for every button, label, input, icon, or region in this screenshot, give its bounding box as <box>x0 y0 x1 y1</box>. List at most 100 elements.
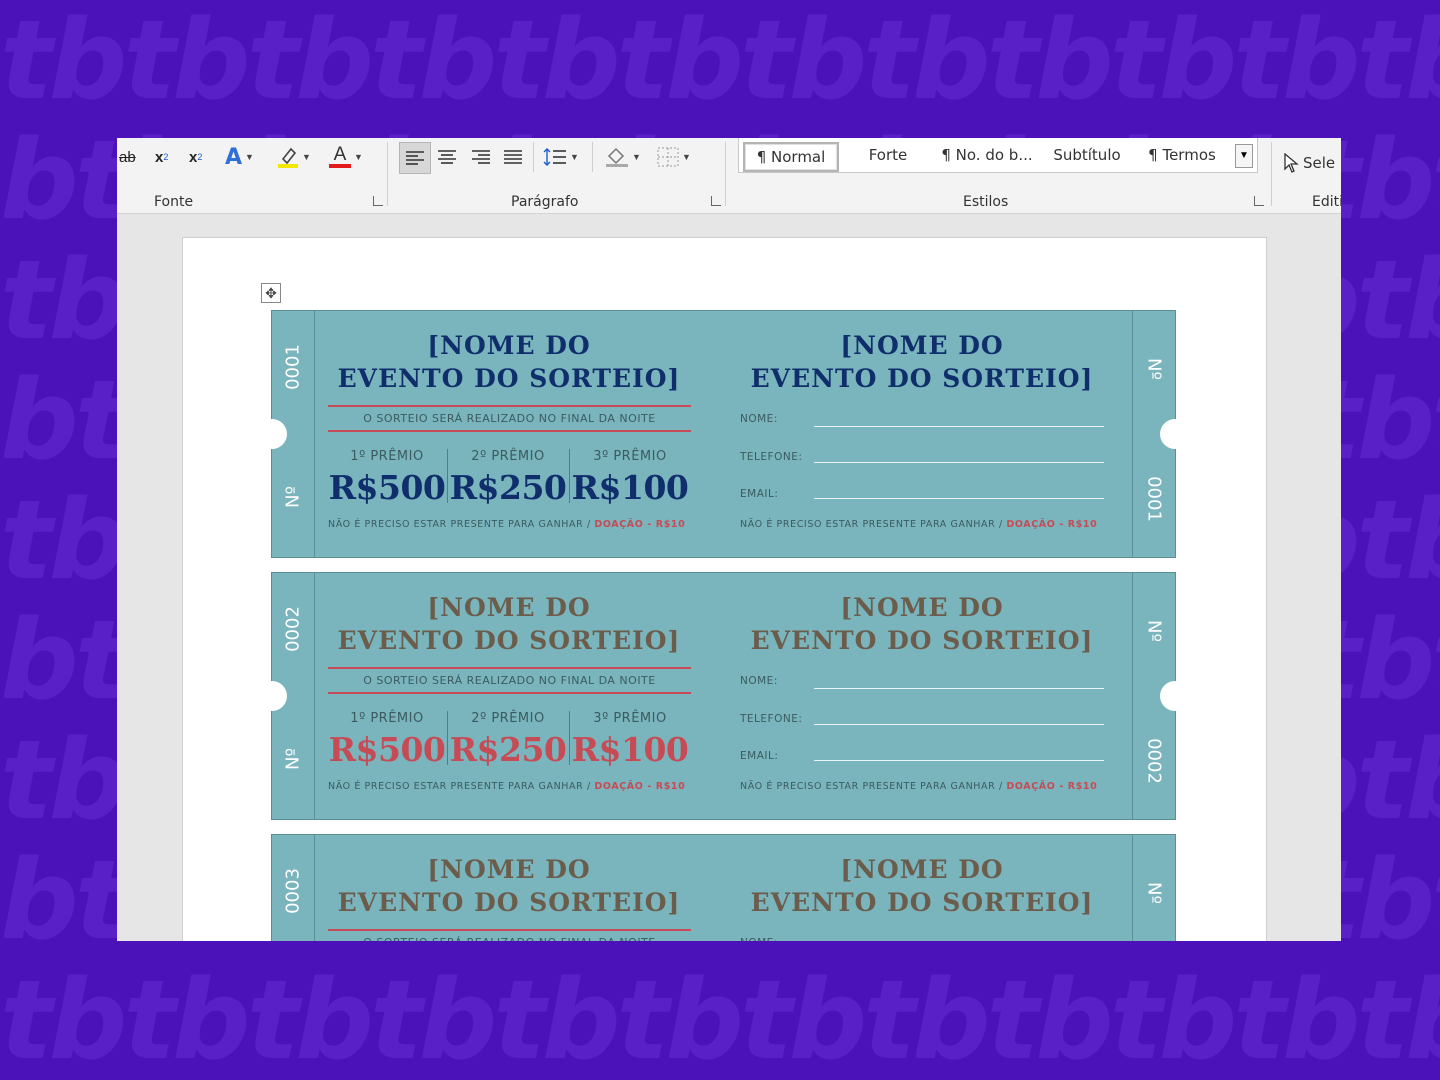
styles-more-button[interactable]: ▼ <box>1235 144 1253 168</box>
align-left-icon <box>406 151 424 165</box>
ticket-no-label: Nº <box>1143 882 1165 904</box>
ticket-number: 0002 <box>1143 738 1165 784</box>
ticket-notch <box>257 419 287 449</box>
subscript-button[interactable]: x2 <box>155 144 168 170</box>
text-effects-button[interactable]: A ▼ <box>225 144 254 170</box>
styles-group-label: Estilos <box>963 194 1009 210</box>
borders-button[interactable]: ▼ <box>657 144 691 170</box>
event-title: [NOME DO EVENTO DO SORTEIO] <box>337 331 681 393</box>
first-prize: 1º PRÊMIO R$500 <box>328 449 446 507</box>
align-left-button[interactable] <box>399 142 431 174</box>
styles-gallery: ¶ Normal Forte ¶ No. do b... Subtítulo ¶… <box>738 138 1258 173</box>
first-prize-value: R$500 <box>328 730 446 769</box>
third-prize-value: R$100 <box>571 468 689 507</box>
align-right-icon <box>472 150 490 164</box>
ticket-left-stub: 0002 Nº <box>257 573 315 819</box>
word-window: ab x2 x2 A ▼ ▼ A ▼ Fonte ▼ ▼ ▼ Parágrafo… <box>117 138 1341 941</box>
name-line[interactable] <box>814 426 1104 427</box>
chevron-down-icon: ▼ <box>245 152 254 162</box>
email-line[interactable] <box>814 760 1104 761</box>
draw-info-text: O SORTEIO SERÁ REALIZADO NO FINAL DA NOI… <box>363 674 656 687</box>
style-forte[interactable]: Forte <box>843 142 933 168</box>
second-prize: 2º PRÊMIO R$250 <box>449 449 567 507</box>
chevron-down-icon: ▼ <box>570 152 579 162</box>
name-label: NOME: <box>740 413 778 425</box>
ticket-no-label: Nº <box>282 486 304 508</box>
ticket-footnote: NÃO É PRECISO ESTAR PRESENTE PARA GANHAR… <box>328 781 686 792</box>
ticket-no-label: Nº <box>282 748 304 770</box>
line-spacing-icon <box>543 148 566 166</box>
styles-dialog-launcher-icon[interactable] <box>1254 196 1264 206</box>
superscript-button[interactable]: x2 <box>189 144 202 170</box>
phone-line[interactable] <box>814 724 1104 725</box>
font-group-label: Fonte <box>154 194 194 210</box>
style-termos[interactable]: ¶ Termos <box>1137 142 1227 168</box>
draw-info-text: O SORTEIO SERÁ REALIZADO NO FINAL DA NOI… <box>328 936 691 941</box>
shading-button[interactable]: ▼ <box>605 144 641 170</box>
draw-info-text: O SORTEIO SERÁ REALIZADO NO FINAL DA NOI… <box>363 412 656 425</box>
first-prize: 1º PRÊMIO R$500 <box>328 711 446 769</box>
select-button[interactable]: Sele <box>1283 150 1335 176</box>
name-label: NOME: <box>740 675 778 687</box>
phone-line[interactable] <box>814 462 1104 463</box>
ticket-right-stub: Nº 0003 <box>1132 835 1175 941</box>
style-normal[interactable]: ¶ Normal <box>743 142 839 172</box>
name-label: NOME: <box>740 937 778 941</box>
third-prize-value: R$100 <box>571 730 689 769</box>
ticket-no-label: Nº <box>1143 358 1165 380</box>
chevron-down-icon: ▼ <box>1239 150 1249 161</box>
ticket-number: 0003 <box>282 868 304 914</box>
ticket-right-stub: Nº 0001 <box>1132 311 1190 557</box>
font-color-button[interactable]: A ▼ <box>329 144 363 170</box>
ticket-notch <box>1160 419 1190 449</box>
email-label: EMAIL: <box>740 750 779 762</box>
event-title: [NOME DO EVENTO DO SORTEIO] <box>750 331 1094 393</box>
ticket-no-label: Nº <box>1143 620 1165 642</box>
paragraph-group-label: Parágrafo <box>511 194 579 210</box>
chevron-down-icon: ▼ <box>682 152 691 162</box>
ticket-left-stub: 0001 Nº <box>257 311 315 557</box>
ticket-number: 0002 <box>282 606 304 652</box>
event-title: [NOME DO EVENTO DO SORTEIO] <box>750 855 1094 917</box>
name-line[interactable] <box>814 688 1104 689</box>
align-center-button[interactable] <box>437 144 457 170</box>
chevron-down-icon: ▼ <box>302 152 311 162</box>
line-spacing-button[interactable]: ▼ <box>543 144 579 170</box>
justify-button[interactable] <box>503 144 523 170</box>
highlight-color-button[interactable]: ▼ <box>277 144 311 170</box>
style-no-do-b[interactable]: ¶ No. do b... <box>937 142 1037 168</box>
third-prize: 3º PRÊMIO R$100 <box>571 711 689 769</box>
event-title: [NOME DO EVENTO DO SORTEIO] <box>750 593 1094 655</box>
align-center-icon <box>438 150 456 164</box>
strikethrough-button[interactable]: ab <box>119 144 136 170</box>
second-prize-value: R$250 <box>449 730 567 769</box>
style-subtitulo[interactable]: Subtítulo <box>1041 142 1133 168</box>
ticket-notch <box>1160 681 1190 711</box>
document-page[interactable]: ✥ 0001 Nº [NOME DO EVENTO DO SORTEIO] O S… <box>182 237 1267 941</box>
event-title: [NOME DO EVENTO DO SORTEIO] <box>337 855 681 917</box>
justify-icon <box>504 150 522 164</box>
email-line[interactable] <box>814 498 1104 499</box>
second-prize: 2º PRÊMIO R$250 <box>449 711 567 769</box>
raffle-ticket: 0003 Nº [NOME DOEVENTO DO SORTEIO] O SOR… <box>271 834 1176 941</box>
first-prize-value: R$500 <box>328 468 446 507</box>
raffle-ticket: 0002 Nº [NOME DO EVENTO DO SORTEIO] O SOR… <box>257 572 1190 820</box>
font-dialog-launcher-icon[interactable] <box>373 196 383 206</box>
align-right-button[interactable] <box>471 144 491 170</box>
event-title: [NOME DO EVENTO DO SORTEIO] <box>337 593 681 655</box>
borders-icon <box>657 147 679 167</box>
ticket-footnote: NÃO É PRECISO ESTAR PRESENTE PARA GANHAR… <box>740 519 1098 530</box>
ticket-number: 0001 <box>282 344 304 390</box>
phone-label: TELEFONE: <box>740 713 803 725</box>
ticket-number: 0001 <box>1143 476 1165 522</box>
cursor-arrow-icon <box>1284 153 1299 173</box>
third-prize: 3º PRÊMIO R$100 <box>571 449 689 507</box>
highlighter-icon <box>277 145 299 169</box>
raffle-ticket: 0001 Nº [NOME DO EVENTO DO SORTEIO] O SOR… <box>257 310 1190 558</box>
paragraph-dialog-launcher-icon[interactable] <box>711 196 721 206</box>
ticket-notch <box>257 681 287 711</box>
ticket-footnote: NÃO É PRECISO ESTAR PRESENTE PARA GANHAR… <box>740 781 1098 792</box>
ribbon: ab x2 x2 A ▼ ▼ A ▼ Fonte ▼ ▼ ▼ Parágrafo… <box>117 138 1341 214</box>
paint-bucket-icon <box>606 147 628 167</box>
table-move-handle-icon[interactable]: ✥ <box>261 283 281 303</box>
